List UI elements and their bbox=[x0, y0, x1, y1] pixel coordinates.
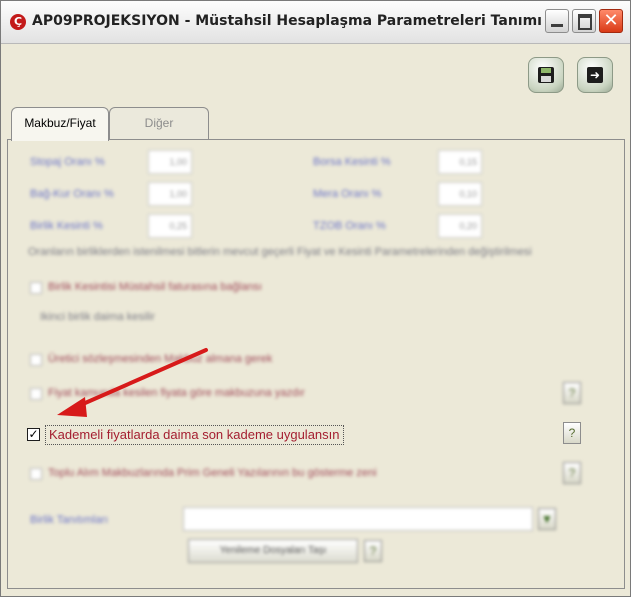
red-annotation-arrow bbox=[57, 348, 208, 417]
app-window: Ç AP09PROJEKSIYON - Müstahsil Hesaplaşma… bbox=[0, 0, 631, 597]
tab-makbuz-fiyat[interactable]: Makbuz/Fiyat bbox=[11, 107, 109, 141]
